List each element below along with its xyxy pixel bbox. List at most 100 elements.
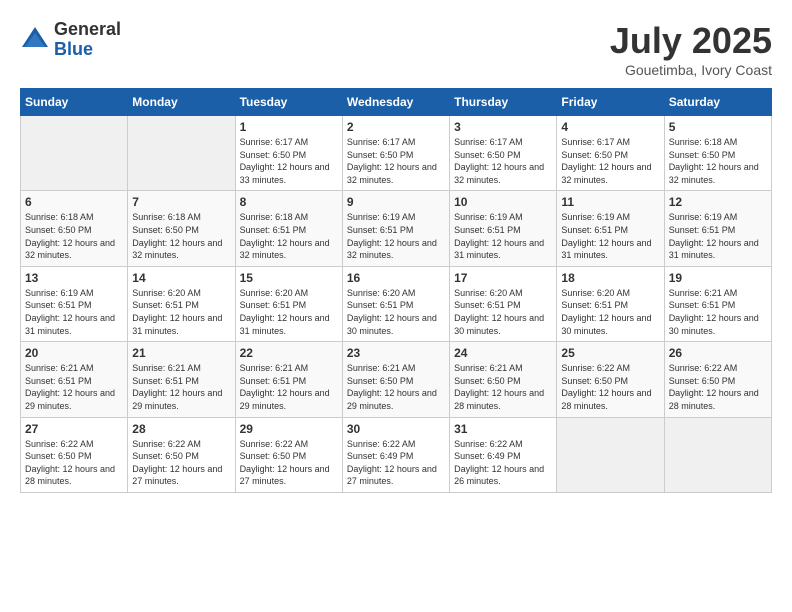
day-info: Sunrise: 6:22 AMSunset: 6:50 PMDaylight:… — [240, 438, 338, 488]
day-info: Sunrise: 6:22 AMSunset: 6:49 PMDaylight:… — [454, 438, 552, 488]
day-number: 25 — [561, 346, 659, 360]
calendar-cell: 12Sunrise: 6:19 AMSunset: 6:51 PMDayligh… — [664, 191, 771, 266]
day-info: Sunrise: 6:21 AMSunset: 6:51 PMDaylight:… — [669, 287, 767, 337]
location-subtitle: Gouetimba, Ivory Coast — [610, 62, 772, 78]
day-number: 10 — [454, 195, 552, 209]
header-day: Wednesday — [342, 89, 449, 116]
header-day: Monday — [128, 89, 235, 116]
logo-blue: Blue — [54, 40, 121, 60]
day-number: 8 — [240, 195, 338, 209]
calendar-cell: 11 Sunrise: 6:19 AMSunset: 6:51 PMDayligh… — [557, 191, 664, 266]
header-day: Sunday — [21, 89, 128, 116]
calendar-week: 27 Sunrise: 6:22 AMSunset: 6:50 PMDayligh… — [21, 417, 772, 492]
day-number: 9 — [347, 195, 445, 209]
page-header: General Blue July 2025 Gouetimba, Ivory … — [20, 20, 772, 78]
day-number: 29 — [240, 422, 338, 436]
calendar-cell — [128, 116, 235, 191]
day-info: Sunrise: 6:19 AMSunset: 6:51 PMDaylight:… — [561, 211, 659, 261]
calendar-cell: 1Sunrise: 6:17 AMSunset: 6:50 PMDaylight… — [235, 116, 342, 191]
day-number: 1 — [240, 120, 338, 134]
calendar-cell — [664, 417, 771, 492]
calendar-cell: 6Sunrise: 6:18 AMSunset: 6:50 PMDaylight… — [21, 191, 128, 266]
day-number: 21 — [132, 346, 230, 360]
calendar-cell: 4 Sunrise: 6:17 AMSunset: 6:50 PMDaylight… — [557, 116, 664, 191]
day-number: 2 — [347, 120, 445, 134]
day-info: Sunrise: 6:21 AMSunset: 6:51 PMDaylight:… — [25, 362, 123, 412]
calendar-cell: 9 Sunrise: 6:19 AMSunset: 6:51 PMDaylight… — [342, 191, 449, 266]
calendar-week: 1 Sunrise: 6:17 AMSunset: 6:50 PMDaylight… — [21, 116, 772, 191]
calendar-cell: 19 Sunrise: 6:21 AMSunset: 6:51 PMDayligh… — [664, 266, 771, 341]
title-block: July 2025 Gouetimba, Ivory Coast — [610, 20, 772, 78]
calendar-cell: 18 Sunrise: 6:20 AMSunset: 6:51 PMDayligh… — [557, 266, 664, 341]
day-number: 28 — [132, 422, 230, 436]
day-number: 20 — [25, 346, 123, 360]
header-day: Saturday — [664, 89, 771, 116]
day-number: 4 — [561, 120, 659, 134]
day-number: 27 — [25, 422, 123, 436]
day-info: Sunrise: 6:17 AMSunset: 6:50 PMDaylight:… — [347, 136, 445, 186]
day-number: 12 — [669, 195, 767, 209]
day-info: Sunrise: 6:22 AMSunset: 6:49 PMDaylight:… — [347, 438, 445, 488]
logo-icon — [20, 25, 50, 55]
calendar-cell: 7 Sunrise: 6:18 AMSunset: 6:50 PMDaylight… — [128, 191, 235, 266]
calendar-week: 20 Sunrise: 6:21 AMSunset: 6:51 PMDayligh… — [21, 342, 772, 417]
day-number: 30 — [347, 422, 445, 436]
day-info: Sunrise: 6:22 AMSunset: 6:50 PMDaylight:… — [132, 438, 230, 488]
day-info: Sunrise: 6:21 AMSunset: 6:51 PMDaylight:… — [240, 362, 338, 412]
day-info: Sunrise: 6:17 AMSunset: 6:50 PMDaylight:… — [454, 136, 552, 186]
day-info: Sunrise: 6:21 AMSunset: 6:50 PMDaylight:… — [454, 362, 552, 412]
calendar-cell: 8 Sunrise: 6:18 AMSunset: 6:51 PMDaylight… — [235, 191, 342, 266]
day-info: Sunrise: 6:21 AMSunset: 6:50 PMDaylight:… — [347, 362, 445, 412]
day-number: 14 — [132, 271, 230, 285]
day-number: 24 — [454, 346, 552, 360]
header-day: Friday — [557, 89, 664, 116]
day-info: Sunrise: 6:18 AMSunset: 6:51 PMDaylight:… — [240, 211, 338, 261]
day-info: Sunrise: 6:20 AMSunset: 6:51 PMDaylight:… — [347, 287, 445, 337]
day-info: Sunrise: 6:19 AMSunset: 6:51 PMDaylight:… — [25, 287, 123, 337]
day-info: Sunrise: 6:20 AMSunset: 6:51 PMDaylight:… — [132, 287, 230, 337]
calendar-body: 1 Sunrise: 6:17 AMSunset: 6:50 PMDaylight… — [21, 116, 772, 493]
calendar-cell: 24 Sunrise: 6:21 AMSunset: 6:50 PMDayligh… — [450, 342, 557, 417]
calendar-cell: 3Sunrise: 6:17 AMSunset: 6:50 PMDaylight… — [450, 116, 557, 191]
calendar-week: 6Sunrise: 6:18 AMSunset: 6:50 PMDaylight… — [21, 191, 772, 266]
calendar-week: 13 Sunrise: 6:19 AMSunset: 6:51 PMDayligh… — [21, 266, 772, 341]
calendar-cell: 31 Sunrise: 6:22 AMSunset: 6:49 PMDayligh… — [450, 417, 557, 492]
day-info: Sunrise: 6:20 AMSunset: 6:51 PMDaylight:… — [561, 287, 659, 337]
day-info: Sunrise: 6:18 AMSunset: 6:50 PMDaylight:… — [132, 211, 230, 261]
day-number: 31 — [454, 422, 552, 436]
day-info: Sunrise: 6:18 AMSunset: 6:50 PMDaylight:… — [669, 136, 767, 186]
calendar-cell: 25Sunrise: 6:22 AMSunset: 6:50 PMDayligh… — [557, 342, 664, 417]
header-day: Tuesday — [235, 89, 342, 116]
logo-general: General — [54, 20, 121, 40]
day-info: Sunrise: 6:20 AMSunset: 6:51 PMDaylight:… — [240, 287, 338, 337]
day-number: 11 — [561, 195, 659, 209]
month-title: July 2025 — [610, 20, 772, 62]
calendar-header: SundayMondayTuesdayWednesdayThursdayFrid… — [21, 89, 772, 116]
day-number: 5 — [669, 120, 767, 134]
day-info: Sunrise: 6:20 AMSunset: 6:51 PMDaylight:… — [454, 287, 552, 337]
calendar-cell: 21 Sunrise: 6:21 AMSunset: 6:51 PMDayligh… — [128, 342, 235, 417]
day-number: 26 — [669, 346, 767, 360]
calendar-cell: 20 Sunrise: 6:21 AMSunset: 6:51 PMDayligh… — [21, 342, 128, 417]
header-row: SundayMondayTuesdayWednesdayThursdayFrid… — [21, 89, 772, 116]
day-info: Sunrise: 6:21 AMSunset: 6:51 PMDaylight:… — [132, 362, 230, 412]
calendar-cell: 14 Sunrise: 6:20 AMSunset: 6:51 PMDayligh… — [128, 266, 235, 341]
day-info: Sunrise: 6:19 AMSunset: 6:51 PMDaylight:… — [347, 211, 445, 261]
day-info: Sunrise: 6:18 AMSunset: 6:50 PMDaylight:… — [25, 211, 123, 261]
day-number: 7 — [132, 195, 230, 209]
calendar-cell — [21, 116, 128, 191]
calendar-cell — [557, 417, 664, 492]
calendar-cell: 30 Sunrise: 6:22 AMSunset: 6:49 PMDayligh… — [342, 417, 449, 492]
calendar-cell: 23 Sunrise: 6:21 AMSunset: 6:50 PMDayligh… — [342, 342, 449, 417]
calendar-cell: 22 Sunrise: 6:21 AMSunset: 6:51 PMDayligh… — [235, 342, 342, 417]
day-number: 18 — [561, 271, 659, 285]
calendar-table: SundayMondayTuesdayWednesdayThursdayFrid… — [20, 88, 772, 493]
day-number: 13 — [25, 271, 123, 285]
day-number: 19 — [669, 271, 767, 285]
calendar-cell: 26 Sunrise: 6:22 AMSunset: 6:50 PMDayligh… — [664, 342, 771, 417]
day-number: 22 — [240, 346, 338, 360]
day-info: Sunrise: 6:22 AMSunset: 6:50 PMDaylight:… — [669, 362, 767, 412]
day-number: 23 — [347, 346, 445, 360]
calendar-cell: 15Sunrise: 6:20 AMSunset: 6:51 PMDayligh… — [235, 266, 342, 341]
day-info: Sunrise: 6:17 AMSunset: 6:50 PMDaylight:… — [561, 136, 659, 186]
